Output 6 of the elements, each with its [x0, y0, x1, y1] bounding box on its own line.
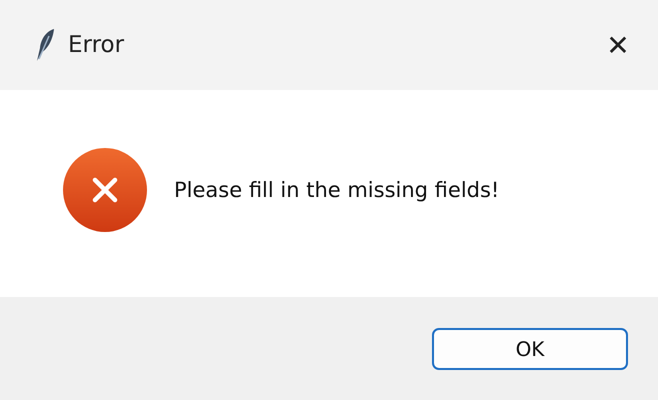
error-message: Please fill in the missing fields! — [174, 178, 500, 202]
close-button[interactable]: ✕ — [592, 19, 644, 71]
ok-button[interactable]: OK — [432, 328, 628, 370]
feather-icon — [34, 28, 56, 62]
error-icon — [62, 146, 148, 232]
window-title: Error — [68, 32, 124, 58]
